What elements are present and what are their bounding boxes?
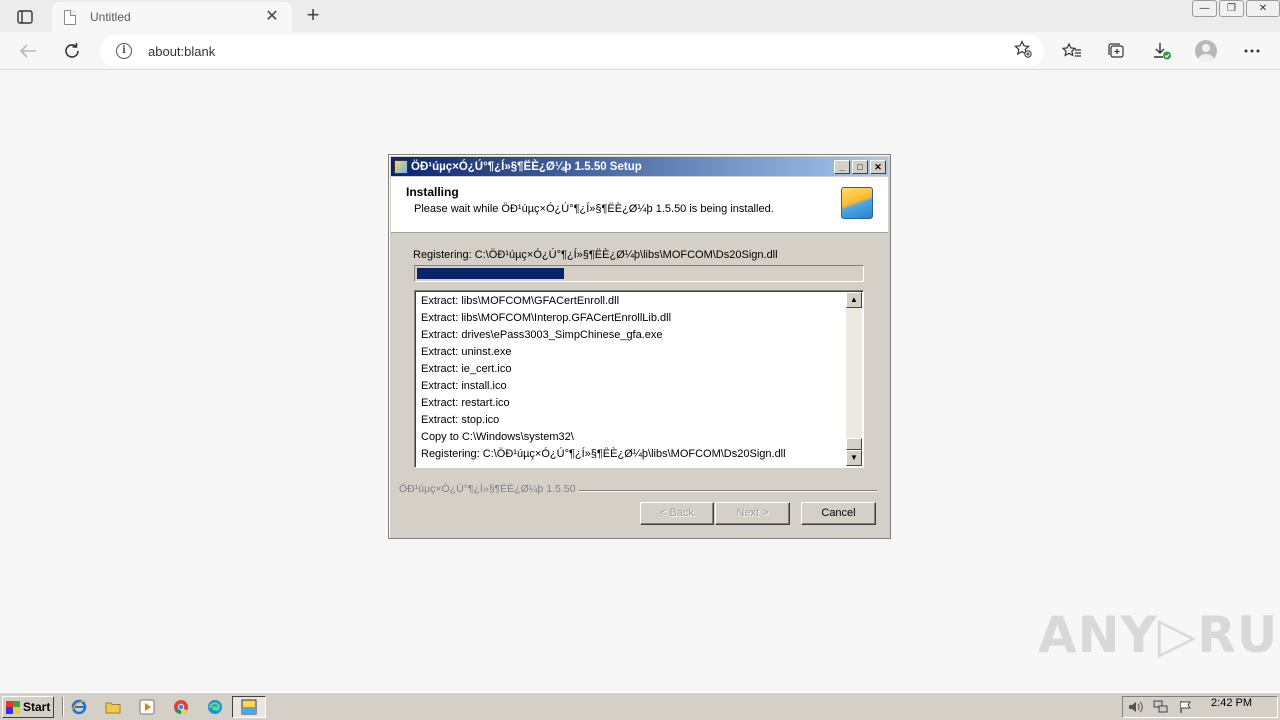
progress-fill [417, 268, 564, 279]
volume-icon[interactable] [1126, 698, 1146, 716]
header-subtitle: Please wait while ÖÐ¹úµç×Ó¿Ú°¶¿Í»§¶ËÈ¿Ø¼… [414, 203, 774, 215]
dialog-close-button[interactable]: ✕ [870, 159, 886, 174]
chrome-icon[interactable] [171, 698, 191, 716]
refresh-icon[interactable] [60, 39, 84, 63]
dialog-header: Installing Please wait while ÖÐ¹úµç×Ó¿Ú°… [391, 177, 888, 233]
taskbar: Start 2:42 PM [0, 692, 1280, 720]
branding-divider [579, 490, 877, 492]
install-log[interactable]: Extract: libs\MOFCOM\GFACertEnroll.dll Ex… [414, 290, 864, 468]
log-line: Extract: libs\MOFCOM\GFACertEnroll.dll [421, 295, 620, 307]
log-line: Registering: C:\ÖÐ¹úµç×Ó¿Ú°¶¿Í»§¶ËÈ¿Ø¼þ\… [421, 448, 786, 460]
collections-icon[interactable] [1104, 39, 1128, 63]
add-favorite-icon[interactable] [1014, 39, 1032, 63]
new-tab-button[interactable]: + [302, 4, 324, 26]
log-line: Extract: libs\MOFCOM\Interop.GFACertEnro… [421, 312, 672, 324]
cancel-button[interactable]: Cancel [801, 502, 876, 525]
address-bar[interactable]: i about:blank [100, 35, 1044, 67]
dialog-maximize-button[interactable]: □ [852, 159, 868, 174]
next-button[interactable]: Next > [715, 502, 790, 525]
dialog-title: ÖÐ¹úµç×Ó¿Ú°¶¿Í»§¶ËÈ¿Ø¼þ 1.5.50 Setup [411, 160, 642, 173]
favorites-icon[interactable] [1060, 39, 1084, 63]
start-button[interactable]: Start [2, 696, 54, 718]
install-progress-bar [414, 265, 864, 282]
media-player-icon[interactable] [137, 698, 157, 716]
log-line: Extract: uninst.exe [421, 346, 512, 358]
setup-app-icon [394, 159, 408, 174]
setup-dialog: ÖÐ¹úµç×Ó¿Ú°¶¿Í»§¶ËÈ¿Ø¼þ 1.5.50 Setup _ □… [388, 154, 891, 539]
minimize-button[interactable]: — [1192, 0, 1217, 17]
scroll-up-icon[interactable]: ▲ [846, 292, 862, 308]
anyrun-watermark: ANY▷RUN [1038, 606, 1280, 664]
url-text: about:blank [148, 43, 216, 59]
installer-logo-icon [841, 187, 873, 219]
browser-tabstrip: Untitled ✕ + — ❐ ✕ [0, 0, 1280, 32]
installer-branding: ÖÐ¹úµç×Ó¿Ú°¶¿Í»§¶ËÈ¿Ø¼þ 1.5.50 [399, 483, 576, 495]
log-line: Extract: drives\ePass3003_SimpChinese_gf… [421, 329, 663, 341]
tab-title: Untitled [90, 10, 131, 24]
log-line: Extract: restart.ico [421, 397, 510, 409]
restore-button[interactable]: ❐ [1219, 0, 1244, 17]
site-info-icon[interactable]: i [116, 43, 132, 59]
taskbar-separator [62, 697, 64, 717]
action-center-flag-icon[interactable] [1176, 698, 1196, 716]
scroll-thumb[interactable] [846, 438, 862, 450]
taskbar-clock: 2:42 PM [1211, 697, 1252, 709]
log-scrollbar[interactable]: ▲ ▼ [846, 292, 862, 466]
setup-taskbar-button[interactable] [232, 696, 266, 718]
log-line: Extract: install.ico [421, 380, 507, 392]
dialog-titlebar[interactable]: ÖÐ¹úµç×Ó¿Ú°¶¿Í»§¶ËÈ¿Ø¼þ 1.5.50 Setup _ □… [391, 157, 888, 176]
tab-close-icon[interactable]: ✕ [264, 9, 280, 25]
browser-toolbar: i about:blank [0, 32, 1280, 70]
back-icon[interactable] [16, 39, 40, 63]
log-line: Copy to C:\Windows\system32\ [421, 431, 574, 443]
more-menu-icon[interactable] [1240, 39, 1264, 63]
close-window-button[interactable]: ✕ [1246, 0, 1280, 17]
explorer-icon[interactable] [103, 698, 123, 716]
edge-icon[interactable] [205, 698, 225, 716]
network-icon[interactable] [1151, 698, 1171, 716]
avatar [1195, 40, 1217, 62]
setup-taskbar-icon [241, 699, 257, 715]
downloads-icon[interactable] [1150, 39, 1174, 63]
dialog-minimize-button[interactable]: _ [834, 159, 850, 174]
tab-actions-button[interactable] [10, 6, 40, 28]
install-status: Registering: C:\ÖÐ¹úµç×Ó¿Ú°¶¿Í»§¶ËÈ¿Ø¼þ\… [413, 249, 778, 261]
start-label: Start [23, 700, 51, 714]
log-line: Extract: stop.ico [421, 414, 500, 426]
page-icon [64, 9, 76, 25]
log-list: Extract: libs\MOFCOM\GFACertEnroll.dll Ex… [421, 293, 786, 463]
profile-button[interactable] [1194, 39, 1218, 63]
system-tray [1122, 696, 1278, 718]
tab-actions-icon [17, 10, 33, 24]
scroll-down-icon[interactable]: ▼ [846, 450, 862, 466]
header-title: Installing [406, 185, 459, 199]
browser-tab[interactable]: Untitled ✕ [52, 2, 292, 32]
ie-icon[interactable] [69, 698, 89, 716]
window-controls: — ❐ ✕ [1190, 0, 1280, 20]
log-line: Extract: ie_cert.ico [421, 363, 512, 375]
windows-logo-icon [6, 700, 20, 714]
back-button[interactable]: < Back [640, 502, 714, 525]
